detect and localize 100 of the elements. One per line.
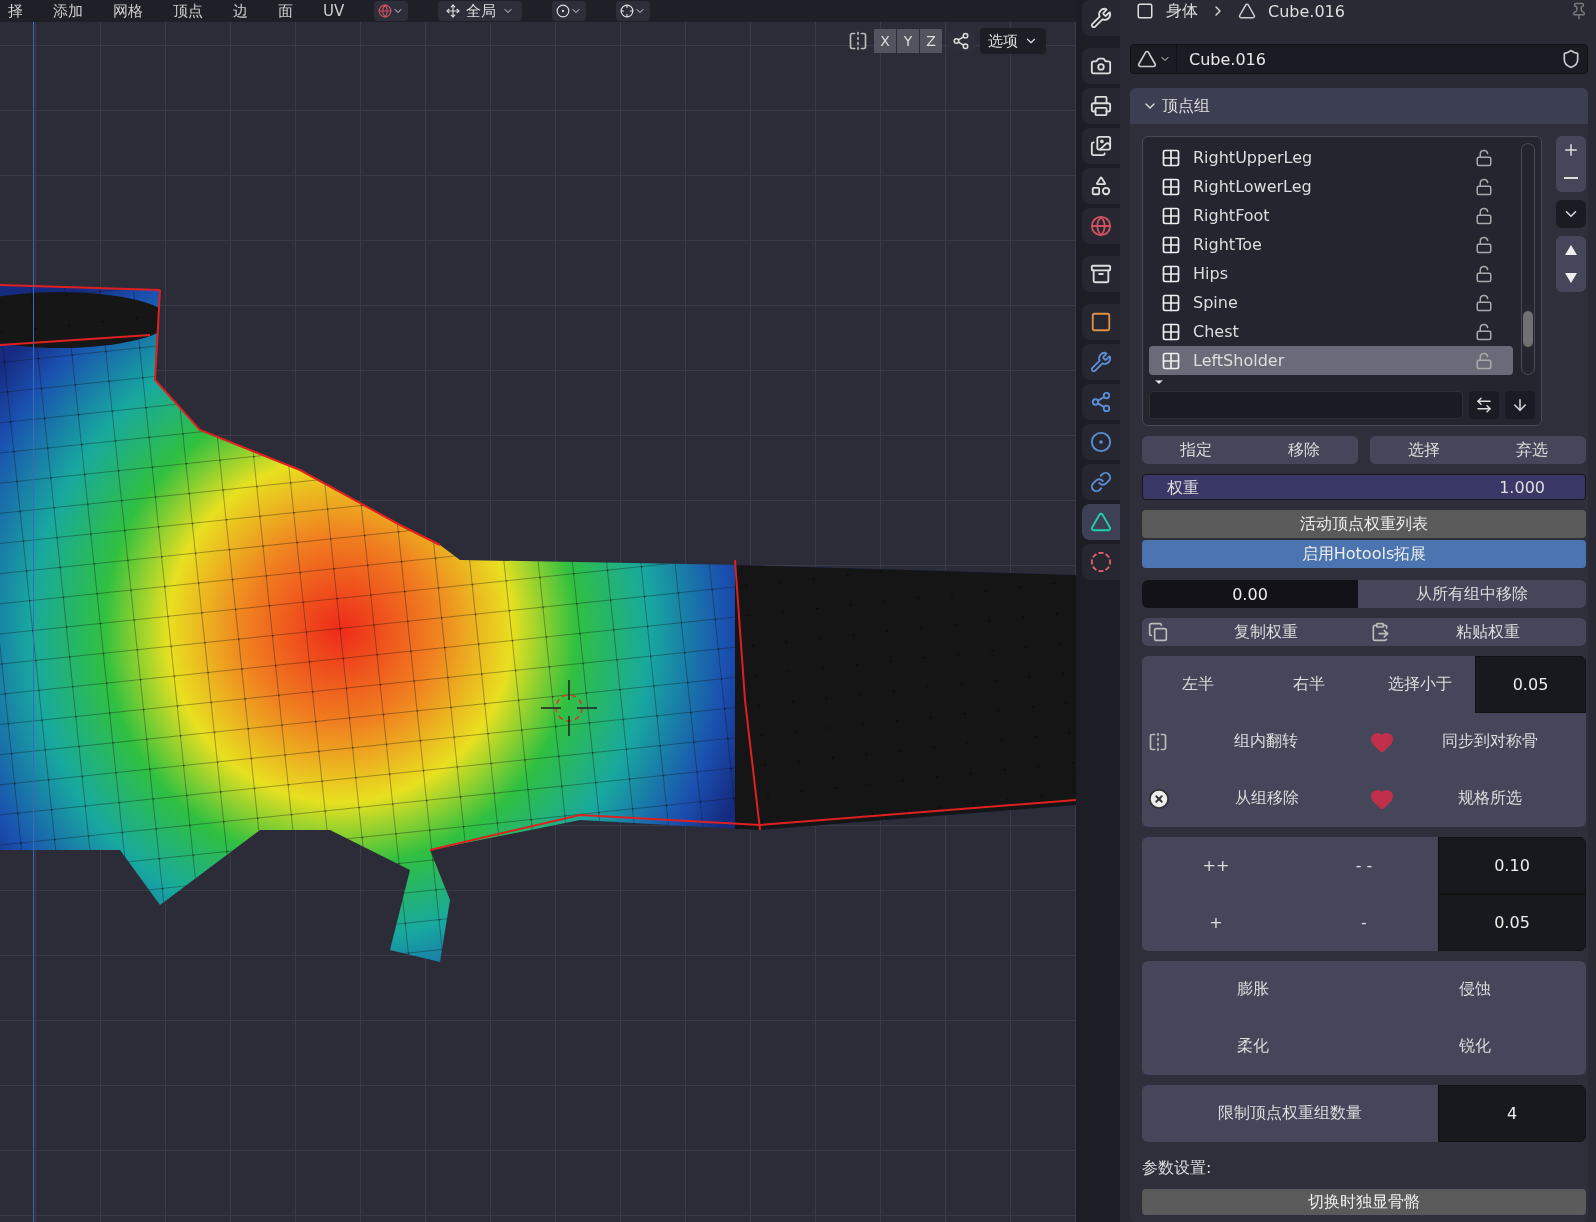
properties-tab[interactable] xyxy=(1082,384,1120,420)
action-button[interactable]: 同步到对称骨 xyxy=(1364,713,1586,770)
vertex-group-item[interactable]: Spine xyxy=(1149,288,1513,317)
properties-tab[interactable] xyxy=(1082,344,1120,380)
weight-slider[interactable]: 权重 1.000 xyxy=(1142,474,1586,500)
mirror-button[interactable]: 右半 xyxy=(1253,656,1364,713)
increment-button[interactable]: + xyxy=(1142,894,1290,951)
snap-dropdown[interactable] xyxy=(616,1,651,21)
smooth-button[interactable]: 锐化 xyxy=(1364,1018,1586,1075)
properties-tab[interactable] xyxy=(1082,128,1120,164)
lock-icon[interactable] xyxy=(1475,177,1493,196)
action-button[interactable]: 从组移除 xyxy=(1142,770,1364,827)
grid-icon xyxy=(1161,263,1181,284)
vertex-group-item[interactable]: Chest xyxy=(1149,317,1513,346)
circle-dot-icon xyxy=(1090,431,1112,453)
vertex-group-item[interactable]: RightLowerLeg xyxy=(1149,172,1513,201)
properties-tab[interactable] xyxy=(1082,88,1120,124)
increment-button[interactable]: - xyxy=(1290,894,1438,951)
action-button[interactable]: 规格所选 xyxy=(1364,770,1586,827)
toggle-button[interactable]: 启用Hotools拓展 xyxy=(1142,540,1586,568)
increment-button[interactable]: ++ xyxy=(1142,837,1290,894)
link-icon xyxy=(1090,471,1112,493)
menu-item[interactable]: 面 xyxy=(278,1,293,21)
wrench-icon xyxy=(1090,351,1112,373)
vertex-group-item[interactable]: RightToe xyxy=(1149,230,1513,259)
properties-tab[interactable] xyxy=(1082,48,1120,84)
square-icon xyxy=(1136,2,1154,20)
sort-button[interactable] xyxy=(1505,391,1535,419)
vertex-group-item[interactable]: LeftSholder xyxy=(1149,346,1513,375)
shapes-icon xyxy=(1090,175,1112,197)
copy-icon xyxy=(1148,622,1168,642)
menu-item[interactable]: 添加 xyxy=(53,1,83,21)
smooth-button[interactable]: 柔化 xyxy=(1142,1018,1364,1075)
increment-button[interactable]: - - xyxy=(1290,837,1438,894)
lock-icon[interactable] xyxy=(1475,235,1493,254)
wrench-icon xyxy=(1090,7,1112,29)
mirror-icon[interactable] xyxy=(848,31,868,51)
vertex-group-item[interactable]: Hips xyxy=(1149,259,1513,288)
lock-icon[interactable] xyxy=(1475,264,1493,283)
pivot-dropdown[interactable] xyxy=(552,1,587,21)
axis-toggle[interactable]: Z xyxy=(920,29,942,53)
arrows-icon xyxy=(1475,396,1493,414)
breadcrumb-item[interactable]: Cube.016 xyxy=(1268,1,1345,21)
axis-toggle[interactable]: X xyxy=(874,29,896,53)
mirror-button[interactable]: 左半 xyxy=(1142,656,1253,713)
properties-tab[interactable] xyxy=(1082,304,1120,340)
axis-toggle[interactable]: Y xyxy=(897,29,919,53)
orientation-dropdown[interactable]: 全局 xyxy=(438,1,523,21)
solo-bones-button[interactable]: 切换时独显骨骼 xyxy=(1142,1189,1586,1215)
properties-tab[interactable] xyxy=(1082,256,1120,292)
menu-item[interactable]: 边 xyxy=(233,1,248,21)
step-field[interactable]: 0.10 xyxy=(1438,837,1586,894)
menu-item[interactable]: 择 xyxy=(8,1,23,21)
limit-button[interactable]: 限制顶点权重组数量 xyxy=(1142,1085,1438,1142)
mirror-button[interactable]: 选择小于 xyxy=(1364,656,1475,713)
triangle-icon xyxy=(1136,49,1157,69)
lock-icon[interactable] xyxy=(1475,322,1493,341)
panel-header[interactable]: 顶点组 xyxy=(1130,88,1588,124)
smooth-button[interactable]: 侵蚀 xyxy=(1364,961,1586,1018)
smooth-button[interactable]: 膨胀 xyxy=(1142,961,1364,1018)
globe-icon xyxy=(378,4,393,18)
lock-icon[interactable] xyxy=(1475,206,1493,225)
images-icon xyxy=(1090,135,1112,157)
nodes-icon xyxy=(1090,391,1112,413)
grid-icon xyxy=(1161,234,1181,255)
threshold-field[interactable]: 0.05 xyxy=(1475,656,1586,713)
grid-icon xyxy=(1161,350,1181,371)
breadcrumb-item[interactable]: 身体 xyxy=(1166,0,1198,22)
vertex-group-item[interactable]: RightUpperLeg xyxy=(1149,143,1513,172)
grid-icon xyxy=(1161,147,1181,168)
properties-tab[interactable] xyxy=(1082,464,1120,500)
vertex-group-item[interactable]: RightFoot xyxy=(1149,201,1513,230)
shield-icon[interactable] xyxy=(1561,49,1581,69)
globe-icon xyxy=(1090,215,1112,237)
grid-icon xyxy=(1161,205,1181,226)
step-field[interactable]: 0.05 xyxy=(1438,894,1586,951)
square-icon xyxy=(1090,311,1112,333)
action-button[interactable]: 组内翻转 xyxy=(1142,713,1364,770)
nodes-icon xyxy=(952,32,970,50)
properties-tab[interactable] xyxy=(1082,168,1120,204)
options-dropdown[interactable]: 选项 xyxy=(980,28,1046,54)
clipboard-icon xyxy=(1370,622,1390,642)
properties-tab[interactable] xyxy=(1082,424,1120,460)
swap-button[interactable] xyxy=(1469,391,1499,419)
menu-item[interactable]: UV xyxy=(323,2,345,20)
pin-icon[interactable] xyxy=(1570,2,1588,20)
menu-item[interactable]: 顶点 xyxy=(173,1,203,21)
camera-icon xyxy=(1090,55,1112,77)
close-icon xyxy=(1148,787,1170,810)
overlay-dropdown[interactable] xyxy=(374,1,409,21)
properties-tab[interactable] xyxy=(1082,0,1120,36)
threshold-field[interactable]: 0.00 xyxy=(1142,580,1358,608)
limit-field[interactable]: 4 xyxy=(1438,1085,1586,1142)
minus-icon xyxy=(1564,177,1578,179)
lock-icon[interactable] xyxy=(1475,148,1493,167)
properties-tab[interactable] xyxy=(1082,504,1120,540)
toggle-button[interactable]: 活动顶点权重列表 xyxy=(1142,510,1586,538)
mesh-name-field[interactable]: Cube.016 xyxy=(1130,44,1588,74)
lock-icon[interactable] xyxy=(1475,293,1493,312)
menu-item[interactable]: 网格 xyxy=(113,1,143,21)
